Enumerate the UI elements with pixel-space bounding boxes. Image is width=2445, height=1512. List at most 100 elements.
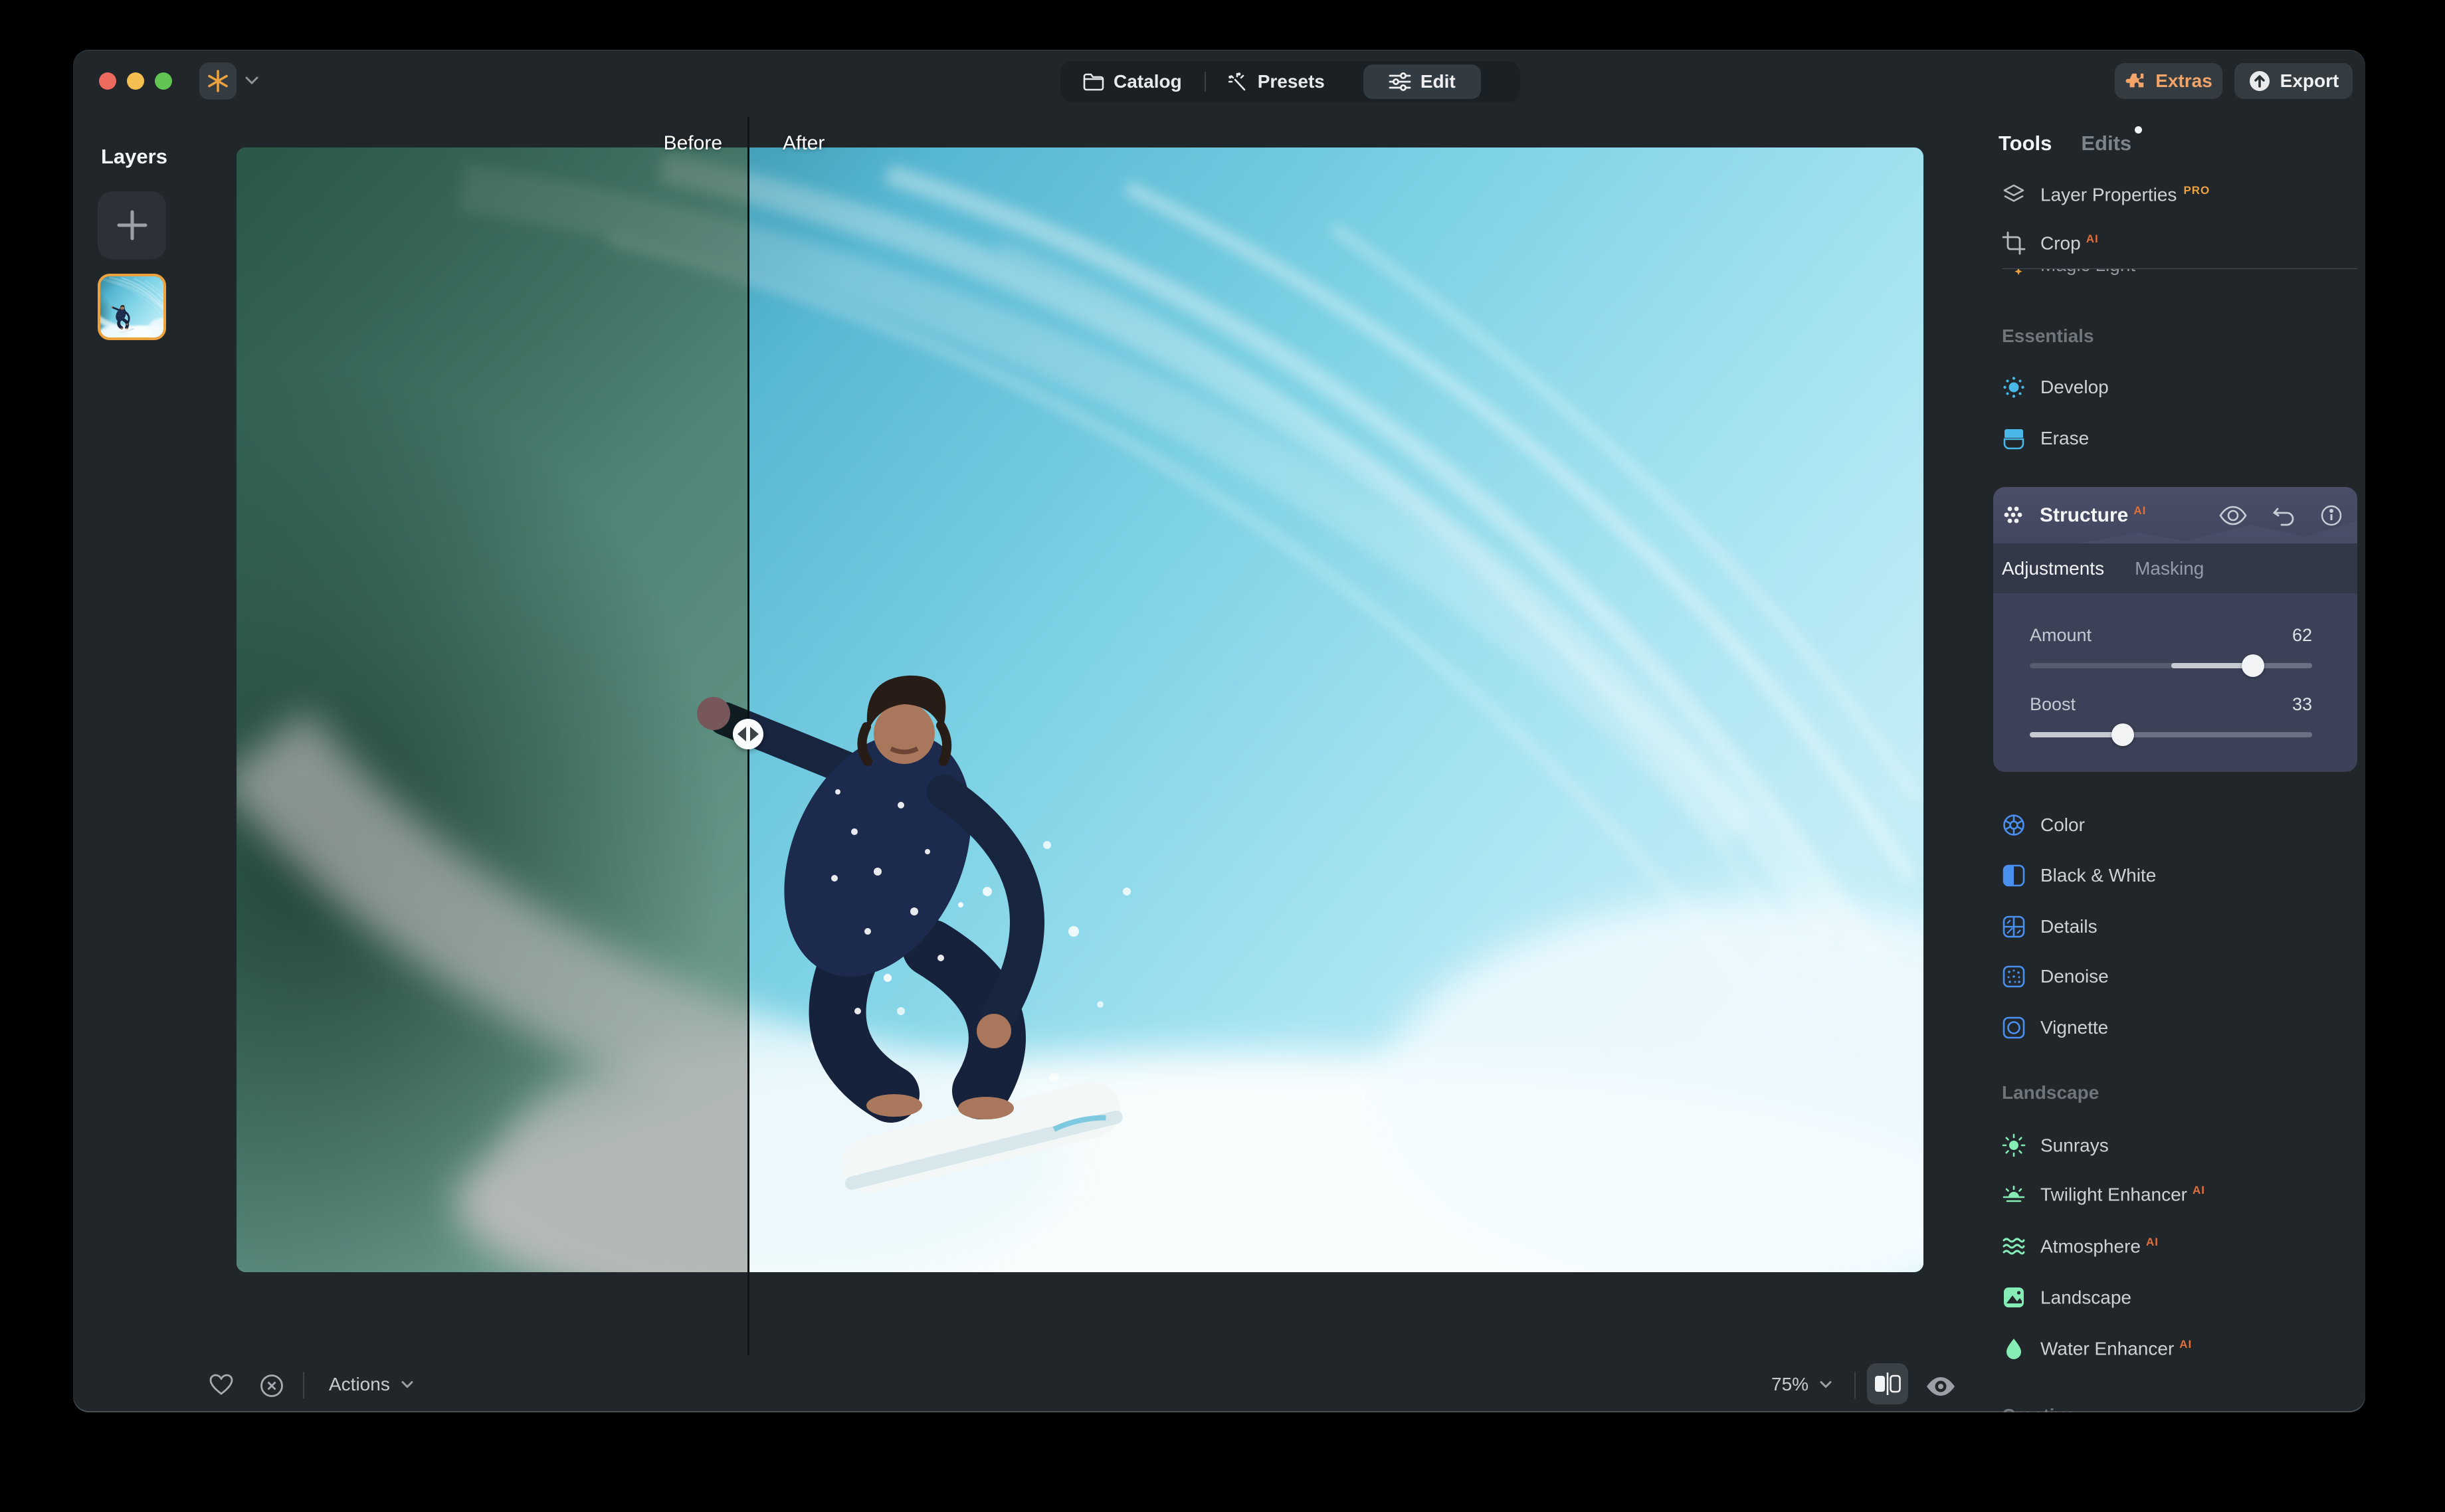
tool-row-layer-properties[interactable]: Layer PropertiesPRO (2002, 180, 2210, 209)
reject-x-circle-icon[interactable] (260, 1374, 284, 1398)
actions-chevron-down-icon (401, 1380, 414, 1389)
extras-button[interactable]: Extras (2115, 63, 2222, 99)
tool-row-landscape[interactable]: Landscape (2002, 1283, 2137, 1312)
tool-row-crop[interactable]: CropAI (2002, 229, 2099, 258)
twilight-sunset-icon (2002, 1182, 2026, 1206)
favorite-heart-icon[interactable] (209, 1374, 233, 1396)
plus-icon (115, 208, 149, 242)
traffic-zoom-button[interactable] (155, 72, 172, 90)
add-layer-button[interactable] (98, 191, 166, 259)
tab-adjustments[interactable]: Adjustments (2002, 558, 2104, 579)
compare-view-button[interactable] (1867, 1363, 1908, 1404)
tool-row-details[interactable]: Details (2002, 912, 2098, 941)
reset-undo-icon[interactable] (2272, 505, 2295, 526)
structure-dots-icon (2003, 504, 2026, 527)
tool-label: Color (2040, 814, 2085, 836)
tab-catalog-label: Catalog (1114, 71, 1182, 92)
tool-label: Develop (2040, 377, 2109, 398)
tab-edit[interactable]: Edit (1363, 64, 1481, 99)
tool-label: Magic Light (2040, 269, 2135, 276)
denoise-icon (2002, 965, 2026, 989)
structure-tabs: Adjustments Masking (1993, 543, 2357, 593)
tab-edits[interactable]: Edits (2081, 132, 2131, 155)
develop-sun-icon (2002, 375, 2026, 399)
tool-row-denoise[interactable]: Denoise (2002, 962, 2109, 991)
extras-button-label: Extras (2155, 70, 2212, 92)
tool-row-water-enhancer[interactable]: Water EnhancerAI (2002, 1334, 2192, 1363)
view-mode-tabs: Catalog Presets E (1060, 61, 1520, 102)
traffic-minimize-button[interactable] (127, 72, 144, 90)
tool-row-black-white[interactable]: Black & White (2002, 861, 2156, 890)
export-up-arrow-icon (2248, 70, 2271, 92)
app-logo-asterisk-icon (205, 68, 231, 94)
traffic-close-button[interactable] (99, 72, 116, 90)
tool-label: Sunrays (2040, 1135, 2114, 1156)
tool-row-sunrays[interactable]: Sunrays (2002, 1131, 2114, 1160)
amount-slider-track[interactable] (2030, 663, 2312, 668)
zoom-chevron-down-icon (1819, 1380, 1832, 1389)
tool-label: Layer PropertiesPRO (2040, 184, 2210, 205)
tool-label: Landscape (2040, 1287, 2137, 1308)
tool-row-magic-light-clipped[interactable]: Magic Light (2002, 269, 2361, 282)
landscape-image-icon (2002, 1285, 2026, 1309)
structure-panel: StructureAI (1993, 487, 2357, 772)
export-button-label: Export (2280, 70, 2339, 92)
ai-badge: AI (2133, 504, 2146, 517)
photo-canvas[interactable] (237, 147, 1923, 1272)
visibility-eye-icon[interactable] (2219, 506, 2247, 525)
compare-divider-bottom (747, 1272, 749, 1355)
app-menu-button[interactable] (199, 62, 237, 100)
boost-slider-thumb[interactable] (2111, 723, 2134, 746)
sliders-icon (1389, 72, 1411, 92)
layer-thumbnail[interactable] (98, 274, 166, 340)
layers-stack-icon (2002, 183, 2026, 207)
layers-panel-title: Layers (101, 145, 167, 169)
export-button[interactable]: Export (2234, 63, 2353, 99)
before-photo-region (237, 147, 748, 1272)
tool-label: Black & White (2040, 865, 2156, 886)
zoom-level-label: 75% (1771, 1374, 1809, 1395)
zoom-dropdown[interactable]: 75% (1771, 1374, 1832, 1395)
compare-drag-handle[interactable] (733, 719, 763, 749)
puzzle-icon (2125, 70, 2146, 92)
handle-left-arrow-icon (737, 727, 746, 741)
tab-catalog[interactable]: Catalog (1060, 61, 1205, 102)
tool-row-develop[interactable]: Develop (2002, 373, 2109, 402)
actions-dropdown[interactable]: Actions (329, 1374, 414, 1395)
eraser-icon (2002, 426, 2026, 450)
tool-row-vignette[interactable]: Vignette (2002, 1013, 2108, 1042)
amount-slider-value: 62 (2292, 625, 2312, 646)
boost-slider-track[interactable] (2030, 732, 2312, 737)
structure-panel-header[interactable]: StructureAI (1993, 487, 2357, 543)
compare-divider-top (747, 117, 749, 147)
section-header-landscape: Landscape (2002, 1082, 2099, 1103)
crop-icon (2002, 231, 2026, 255)
vignette-icon (2002, 1016, 2026, 1040)
tab-masking[interactable]: Masking (2135, 558, 2204, 579)
tool-label: Erase (2040, 428, 2089, 449)
magic-wand-icon (1228, 72, 1248, 92)
amount-slider-fill (2171, 663, 2253, 668)
edits-badge-dot (2135, 126, 2142, 134)
right-panel-tabs: Tools Edits (1999, 132, 2131, 155)
tab-tools[interactable]: Tools (1999, 132, 2052, 155)
actions-label: Actions (329, 1374, 390, 1395)
handle-right-arrow-icon (750, 727, 759, 741)
tab-presets[interactable]: Presets (1206, 61, 1347, 102)
tool-row-twilight-enhancer[interactable]: Twilight EnhancerAI (2002, 1180, 2205, 1209)
amount-slider-label: Amount (2030, 625, 2092, 646)
color-wheel-icon (2002, 813, 2026, 837)
info-icon[interactable] (2320, 504, 2343, 527)
tool-row-erase[interactable]: Erase (2002, 424, 2089, 453)
tool-label: AtmosphereAI (2040, 1236, 2159, 1257)
app-menu-chevron-down-icon[interactable] (244, 75, 259, 86)
tool-row-atmosphere[interactable]: AtmosphereAI (2002, 1232, 2159, 1261)
preview-eye-icon[interactable] (1925, 1376, 1956, 1396)
boost-slider-value: 33 (2292, 694, 2312, 715)
amount-slider-thumb[interactable] (2242, 654, 2264, 677)
compare-divider[interactable] (747, 147, 749, 1272)
amount-slider-row: Amount 62 (2030, 625, 2312, 668)
details-icon (2002, 915, 2026, 939)
slider-track-after (2262, 663, 2313, 668)
tool-row-color[interactable]: Color (2002, 810, 2085, 840)
